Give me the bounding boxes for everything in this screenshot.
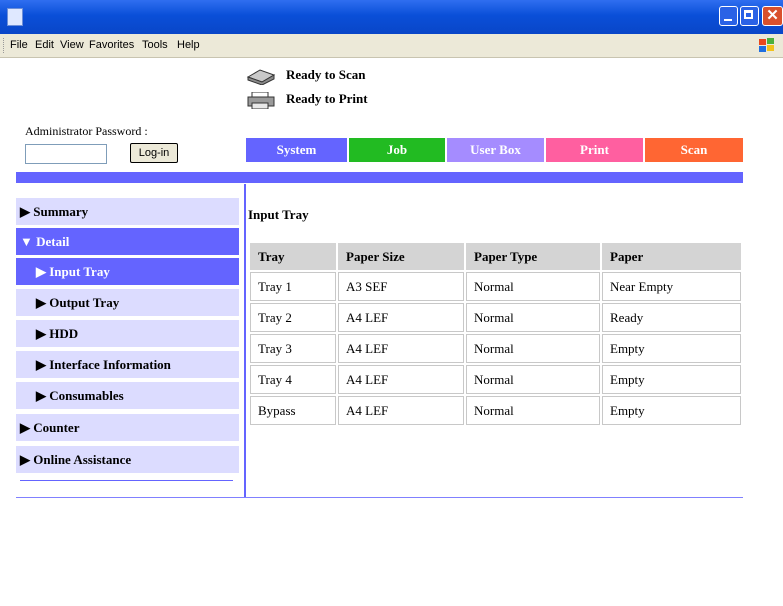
arrow-right-icon: ▶ bbox=[20, 452, 30, 467]
scan-status-text: Ready to Scan bbox=[286, 67, 366, 82]
table-row: Tray 2 A4 LEF Normal Ready bbox=[250, 303, 741, 332]
cell-paper-size: A4 LEF bbox=[338, 396, 464, 425]
minimize-button[interactable] bbox=[719, 6, 738, 26]
vertical-divider bbox=[244, 184, 246, 497]
login-button[interactable]: Log-in bbox=[130, 143, 178, 163]
tab-system[interactable]: System bbox=[246, 138, 347, 162]
cell-paper-type: Normal bbox=[466, 303, 600, 332]
sidebar-item-label: Output Tray bbox=[49, 295, 120, 310]
print-status-text: Ready to Print bbox=[286, 91, 368, 106]
menu-tools[interactable]: Tools bbox=[142, 39, 168, 51]
cell-paper-status: Empty bbox=[602, 334, 741, 363]
arrow-right-icon: ▶ bbox=[36, 295, 46, 310]
header-band bbox=[16, 172, 743, 183]
sidebar-item-label: Summary bbox=[33, 204, 89, 219]
sidebar-item-label: Interface Information bbox=[49, 357, 171, 372]
sidebar-item-interface-information[interactable]: ▶ Interface Information bbox=[16, 351, 239, 378]
arrow-right-icon: ▶ bbox=[36, 388, 46, 403]
table-row: Tray 4 A4 LEF Normal Empty bbox=[250, 365, 741, 394]
cell-tray: Tray 1 bbox=[250, 272, 336, 301]
column-header: Paper Type bbox=[466, 243, 600, 270]
tab-user-box[interactable]: User Box bbox=[447, 138, 544, 162]
cell-tray: Tray 4 bbox=[250, 365, 336, 394]
arrow-right-icon: ▶ bbox=[36, 326, 46, 341]
sidebar: ▶ Summary ▼ Detail ▶ Input Tray ▶ Output… bbox=[16, 184, 244, 499]
sidebar-item-online-assistance[interactable]: ▶ Online Assistance bbox=[16, 446, 239, 473]
cell-paper-status: Near Empty bbox=[602, 272, 741, 301]
menu-favorites[interactable]: Favorites bbox=[89, 39, 134, 51]
sidebar-item-label: Detail bbox=[36, 234, 70, 249]
page-content: Ready to Scan Ready to Print Administrat… bbox=[0, 58, 783, 606]
page-title: Input Tray bbox=[248, 207, 309, 222]
sidebar-item-counter[interactable]: ▶ Counter bbox=[16, 414, 239, 441]
tab-scan[interactable]: Scan bbox=[645, 138, 743, 162]
cell-paper-status: Empty bbox=[602, 365, 741, 394]
sidebar-item-label: Counter bbox=[33, 420, 80, 435]
arrow-down-icon: ▼ bbox=[20, 234, 33, 249]
tab-print[interactable]: Print bbox=[546, 138, 643, 162]
sidebar-item-consumables[interactable]: ▶ Consumables bbox=[16, 382, 239, 409]
cell-paper-size: A4 LEF bbox=[338, 365, 464, 394]
cell-tray: Bypass bbox=[250, 396, 336, 425]
cell-paper-size: A4 LEF bbox=[338, 334, 464, 363]
menu-bar: File Edit View Favorites Tools Help bbox=[0, 34, 783, 58]
cell-paper-status: Ready bbox=[602, 303, 741, 332]
window-titlebar: ✕ bbox=[0, 0, 783, 34]
sidebar-item-label: HDD bbox=[49, 326, 79, 341]
arrow-right-icon: ▶ bbox=[20, 204, 30, 219]
cell-paper-type: Normal bbox=[466, 334, 600, 363]
maximize-button[interactable] bbox=[740, 6, 759, 26]
column-header: Tray bbox=[250, 243, 336, 270]
menu-grip bbox=[3, 38, 6, 53]
bottom-divider bbox=[16, 497, 743, 498]
close-button[interactable]: ✕ bbox=[762, 6, 783, 26]
menu-file[interactable]: File bbox=[10, 39, 28, 51]
table-row: Bypass A4 LEF Normal Empty bbox=[250, 396, 741, 425]
sidebar-item-label: Consumables bbox=[49, 388, 124, 403]
arrow-right-icon: ▶ bbox=[36, 264, 46, 279]
sidebar-item-output-tray[interactable]: ▶ Output Tray bbox=[16, 289, 239, 316]
column-header: Paper bbox=[602, 243, 741, 270]
menu-view[interactable]: View bbox=[60, 39, 84, 51]
column-header: Paper Size bbox=[338, 243, 464, 270]
arrow-right-icon: ▶ bbox=[36, 357, 46, 372]
table-row: Tray 1 A3 SEF Normal Near Empty bbox=[250, 272, 741, 301]
menu-edit[interactable]: Edit bbox=[35, 39, 54, 51]
ie-app-icon bbox=[7, 8, 23, 26]
sidebar-item-detail[interactable]: ▼ Detail bbox=[16, 228, 239, 255]
sidebar-item-input-tray[interactable]: ▶ Input Tray bbox=[16, 258, 239, 285]
cell-tray: Tray 2 bbox=[250, 303, 336, 332]
cell-paper-type: Normal bbox=[466, 272, 600, 301]
printer-icon bbox=[247, 92, 275, 109]
cell-paper-size: A3 SEF bbox=[338, 272, 464, 301]
cell-paper-type: Normal bbox=[466, 396, 600, 425]
cell-paper-status: Empty bbox=[602, 396, 741, 425]
scanner-icon bbox=[246, 69, 276, 85]
admin-password-label: Administrator Password : bbox=[25, 124, 148, 138]
close-icon: ✕ bbox=[766, 7, 779, 24]
cell-paper-type: Normal bbox=[466, 365, 600, 394]
cell-paper-size: A4 LEF bbox=[338, 303, 464, 332]
sidebar-item-label: Online Assistance bbox=[33, 452, 132, 467]
arrow-right-icon: ▶ bbox=[20, 420, 30, 435]
table-row: Tray 3 A4 LEF Normal Empty bbox=[250, 334, 741, 363]
cell-tray: Tray 3 bbox=[250, 334, 336, 363]
windows-logo-icon bbox=[758, 37, 776, 54]
tab-job[interactable]: Job bbox=[349, 138, 445, 162]
admin-password-input[interactable] bbox=[25, 144, 107, 164]
sidebar-divider bbox=[20, 480, 233, 481]
sidebar-item-label: Input Tray bbox=[49, 264, 110, 279]
table-header-row: Tray Paper Size Paper Type Paper bbox=[250, 243, 741, 270]
input-tray-table: Tray Paper Size Paper Type Paper Tray 1 … bbox=[248, 241, 743, 427]
sidebar-item-summary[interactable]: ▶ Summary bbox=[16, 198, 239, 225]
sidebar-item-hdd[interactable]: ▶ HDD bbox=[16, 320, 239, 347]
menu-help[interactable]: Help bbox=[177, 39, 200, 51]
